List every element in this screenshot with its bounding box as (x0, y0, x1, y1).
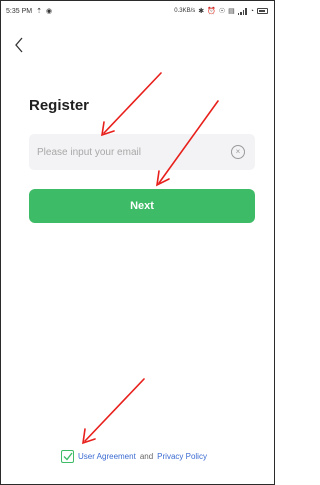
agreement-and-text: and (139, 452, 154, 461)
phone-screen: 5:35 PM ⇡ ◉ 0.3KB/s ✱ ⏰ ☉ ▤ ◔ Register ×… (0, 0, 275, 485)
chevron-left-icon (15, 37, 23, 53)
network-speed: 0.3KB/s (174, 8, 196, 14)
email-input[interactable] (37, 146, 231, 158)
clear-icon[interactable]: × (231, 145, 245, 159)
sim-icon: ▤ (228, 7, 235, 15)
annotation-arrow-agreement (82, 378, 145, 445)
next-button[interactable]: Next (29, 189, 255, 223)
alarm-icon: ⏰ (207, 7, 216, 15)
annotation-arrows (82, 72, 219, 445)
checkmark-icon (63, 452, 73, 461)
agreement-row: User Agreement and Privacy Policy (61, 450, 207, 463)
page-title: Register (29, 97, 90, 114)
user-agreement-link[interactable]: User Agreement (78, 452, 136, 461)
bluetooth-icon: ✱ (198, 7, 205, 15)
back-button[interactable] (12, 35, 26, 55)
upload-icon: ⇡ (36, 7, 42, 15)
battery-icon (257, 8, 268, 14)
status-time: 5:35 PM (6, 7, 33, 15)
agreement-checkbox[interactable] (61, 450, 74, 463)
location-icon: ◉ (45, 7, 53, 15)
annotation-arrow-email (101, 72, 162, 137)
wifi-icon: ◔ (249, 7, 254, 15)
data-saver-icon: ☉ (218, 7, 226, 15)
email-field[interactable]: × (29, 134, 255, 170)
status-right: 0.3KB/s ✱ ⏰ ☉ ▤ ◔ (174, 7, 268, 15)
status-bar: 5:35 PM ⇡ ◉ 0.3KB/s ✱ ⏰ ☉ ▤ ◔ (1, 1, 274, 21)
status-left: 5:35 PM ⇡ ◉ (6, 8, 52, 15)
cell-signal-icon (237, 7, 247, 15)
privacy-policy-link[interactable]: Privacy Policy (157, 452, 207, 461)
